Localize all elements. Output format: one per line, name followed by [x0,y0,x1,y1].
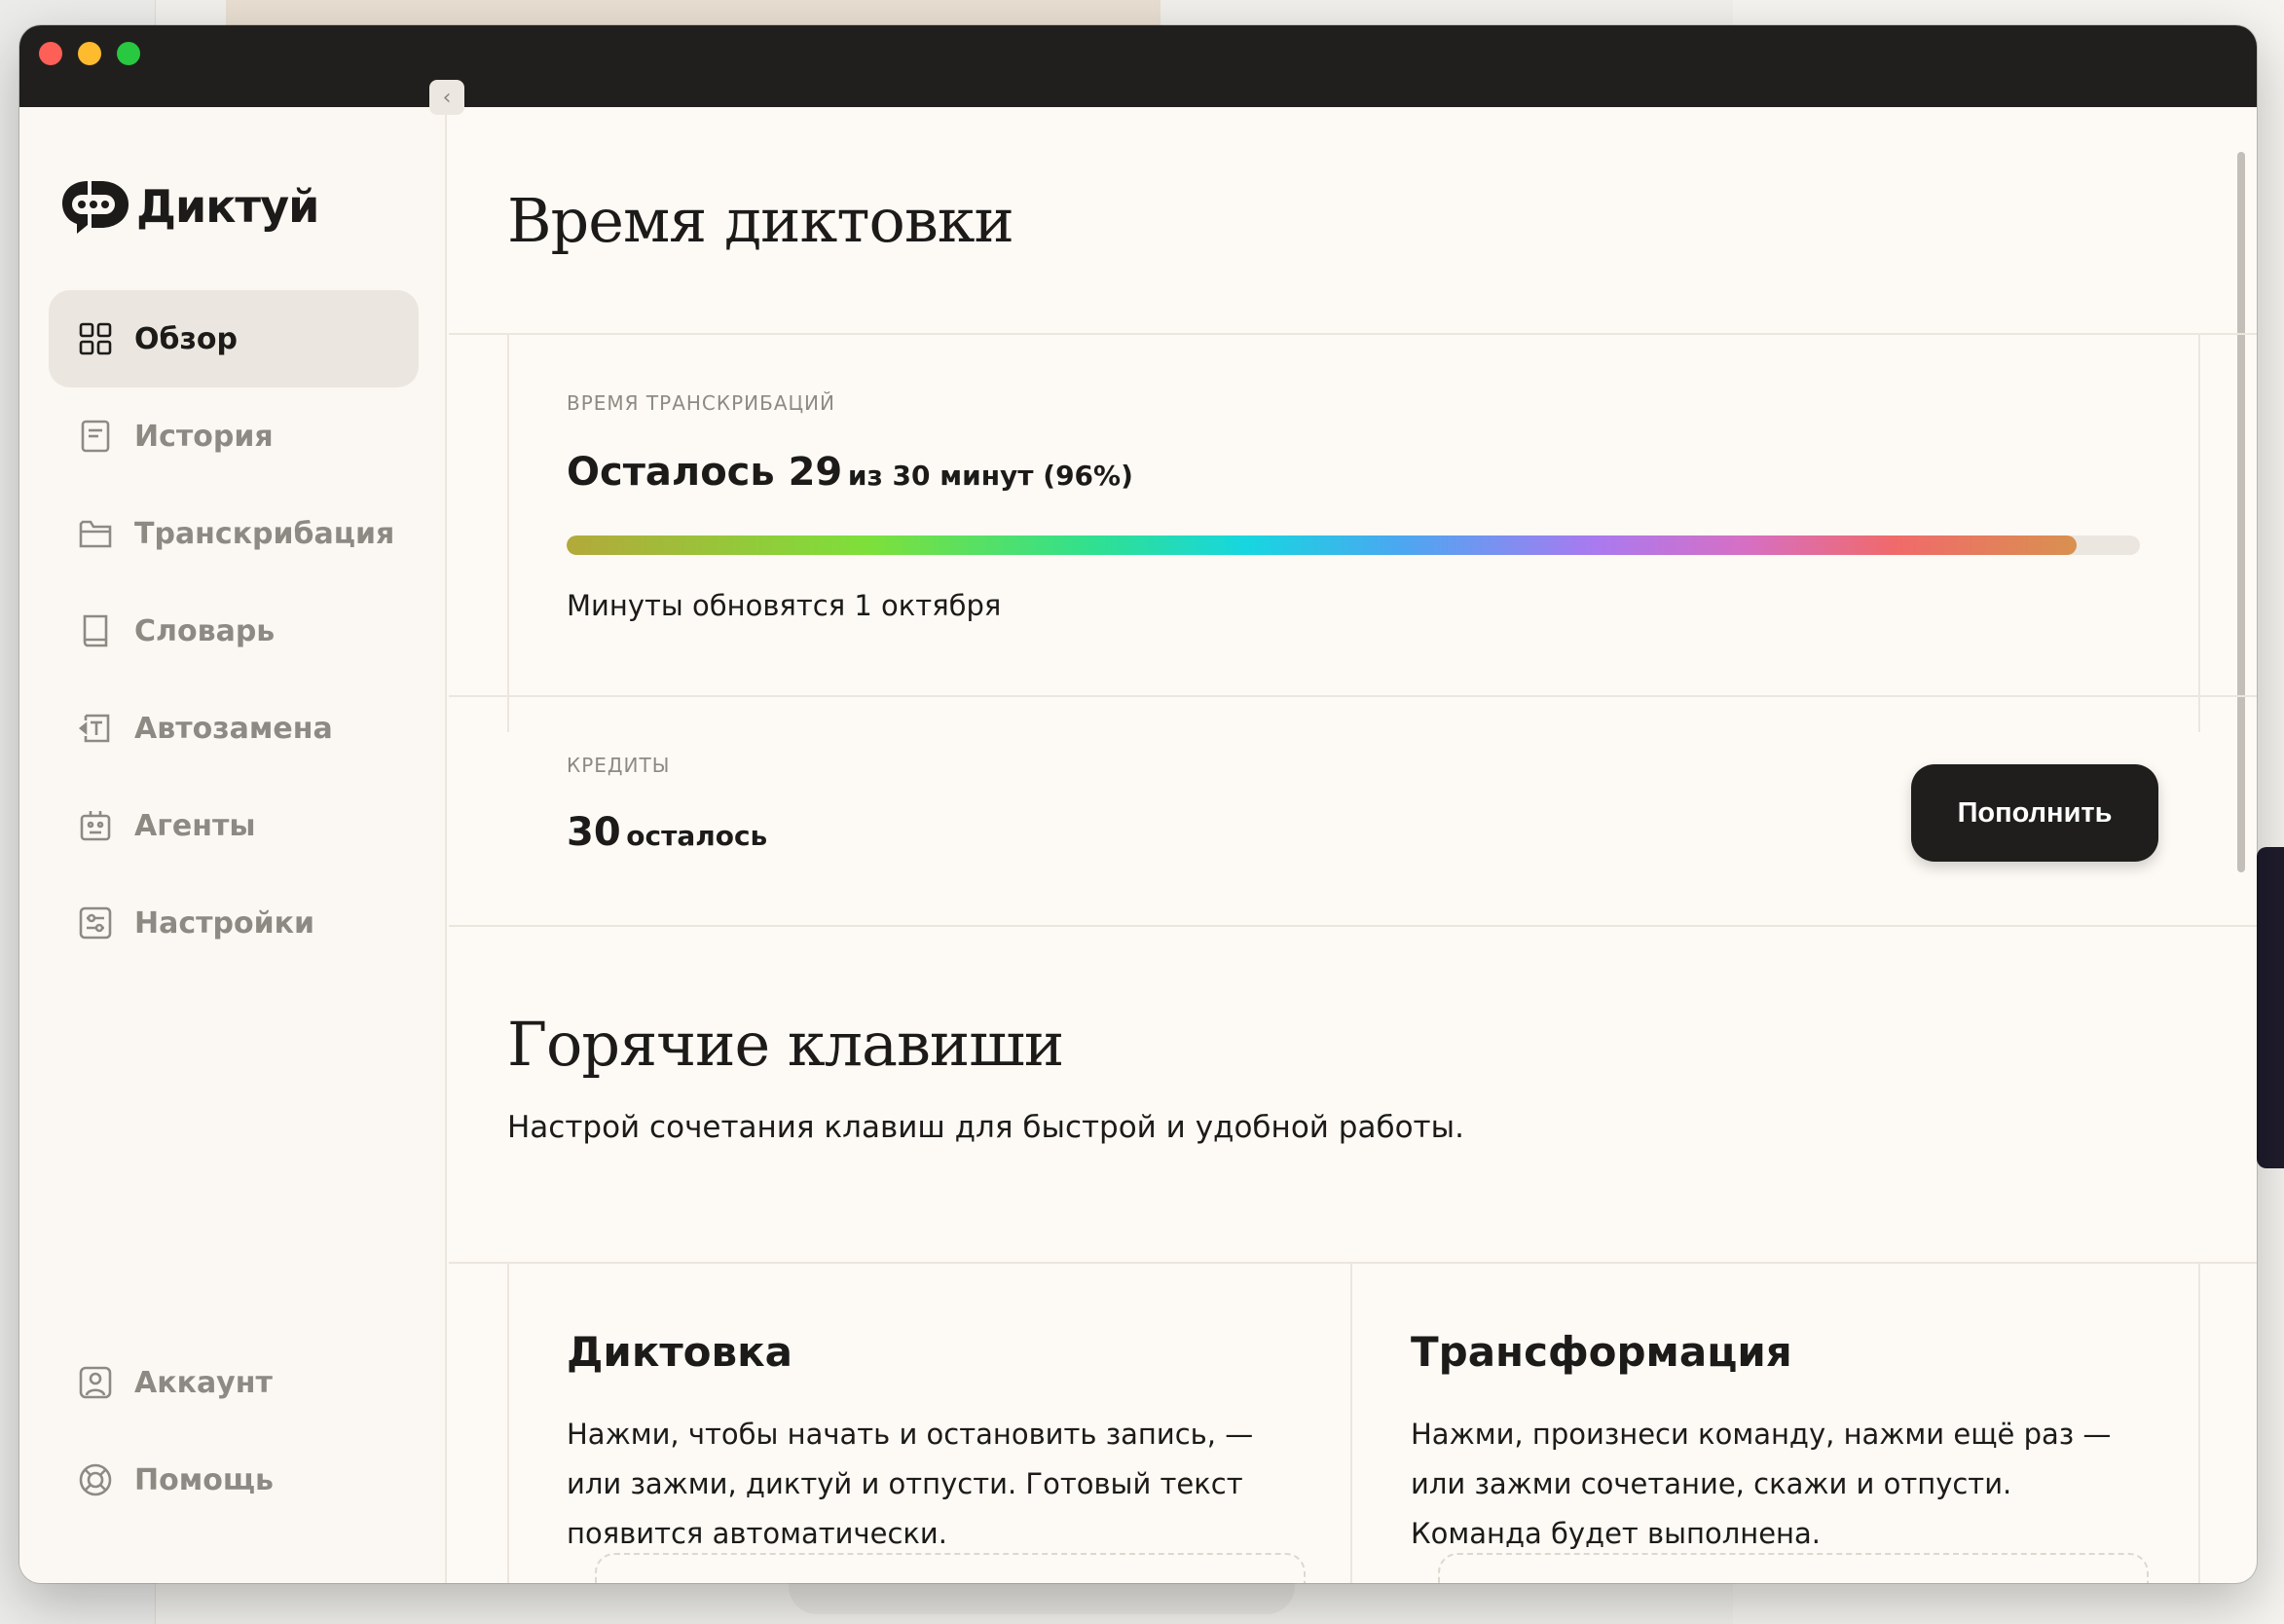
remaining-minutes-total: из 30 минут (96%) [847,460,1133,492]
chevron-left-icon: ‹ [442,85,452,110]
sidebar-item-label: Словарь [134,613,276,648]
page-title: Время диктовки [507,185,1014,256]
hotkey-shortcut-field[interactable] [595,1553,1306,1583]
sliders-icon [79,906,112,940]
book-icon [83,614,108,647]
sidebar-item-settings[interactable]: Настройки [49,874,419,972]
sidebar-item-transcription[interactable]: Транскрибация [49,485,419,582]
sidebar-nav: Обзор История Транскрибация Словарь Авто… [49,290,419,972]
close-window-button[interactable] [39,42,62,65]
credits-label: Кредиты [567,754,671,777]
title-bar[interactable] [19,25,2257,107]
hotkey-card-description: Нажми, произнеси команду, нажми ещё раз … [1411,1418,2112,1550]
sidebar-item-label: Агенты [134,808,256,843]
background-app-toolbar [226,0,1160,25]
scrollbar[interactable] [2237,152,2245,872]
remaining-minutes-value: Осталось 29 [567,450,843,495]
sidebar-item-label: Обзор [134,321,238,356]
card-border-middle [1350,1262,1352,1583]
document-icon [81,420,110,453]
credits-value: 30 [567,810,621,855]
text-replace-icon [78,714,110,743]
sidebar-item-label: Аккаунт [134,1365,273,1400]
minutes-reset-note: Минуты обновятся 1 октября [567,589,1002,622]
sidebar-item-dictionary[interactable]: Словарь [49,582,419,680]
logo-speech-bubble-icon [62,181,129,234]
robot-icon [80,811,111,841]
hotkey-card-description: Нажми, чтобы начать и остановить запись,… [567,1418,1254,1550]
user-icon [79,1366,112,1399]
minutes-progress-fill [567,535,2078,555]
sidebar: Диктуй Обзор История Транскрибация Слова… [19,107,447,1583]
card-border-left [507,1262,509,1583]
hotkeys-title: Горячие клавиши [507,1009,1064,1080]
card-border-right [2198,333,2200,732]
main-content: Время диктовки Время транскрибаций Остал… [449,107,2257,1583]
credits-remaining: 30 осталось [567,810,767,855]
app-logo: Диктуй [58,177,319,236]
credits-suffix: осталось [626,820,768,852]
divider [449,1262,2257,1264]
background-dark-panel [2257,847,2284,1168]
sidebar-item-account[interactable]: Аккаунт [49,1334,419,1431]
hotkeys-subtitle: Настрой сочетания клавиш для быстрой и у… [507,1110,1464,1145]
sidebar-item-help[interactable]: Помощь [49,1431,419,1529]
hotkey-shortcut-field[interactable] [1438,1553,2149,1583]
sidebar-item-label: Помощь [134,1462,274,1497]
divider [449,333,2257,335]
sidebar-bottom-nav: Аккаунт Помощь [49,1334,419,1529]
sidebar-item-autoreplace[interactable]: Автозамена [49,680,419,777]
top-up-button[interactable]: Пополнить [1911,764,2158,862]
sidebar-item-label: История [134,419,274,454]
sidebar-item-agents[interactable]: Агенты [49,777,419,874]
hotkey-card-title: Трансформация [1411,1328,1792,1376]
app-name: Диктуй [136,180,319,233]
divider [449,695,2257,697]
sidebar-item-label: Транскрибация [134,516,395,551]
sidebar-item-label: Автозамена [134,711,333,746]
sidebar-item-label: Настройки [134,905,315,941]
sidebar-item-history[interactable]: История [49,388,419,485]
sidebar-item-overview[interactable]: Обзор [49,290,419,388]
hotkey-card-title: Диктовка [567,1328,792,1376]
transcription-time-label: Время транскрибаций [567,391,835,415]
grid-icon [79,322,112,355]
app-window: Диктуй Обзор История Транскрибация Слова… [19,25,2257,1583]
divider [449,925,2257,927]
card-border-left [507,333,509,732]
minimize-window-button[interactable] [78,42,101,65]
folder-icon [79,520,112,548]
minutes-progress-bar [567,535,2140,555]
remaining-minutes: Осталось 29 из 30 минут (96%) [567,450,1133,495]
zoom-window-button[interactable] [117,42,140,65]
collapse-sidebar-button[interactable]: ‹ [429,80,464,115]
lifebuoy-icon [79,1463,112,1496]
card-border-right [2198,1262,2200,1583]
